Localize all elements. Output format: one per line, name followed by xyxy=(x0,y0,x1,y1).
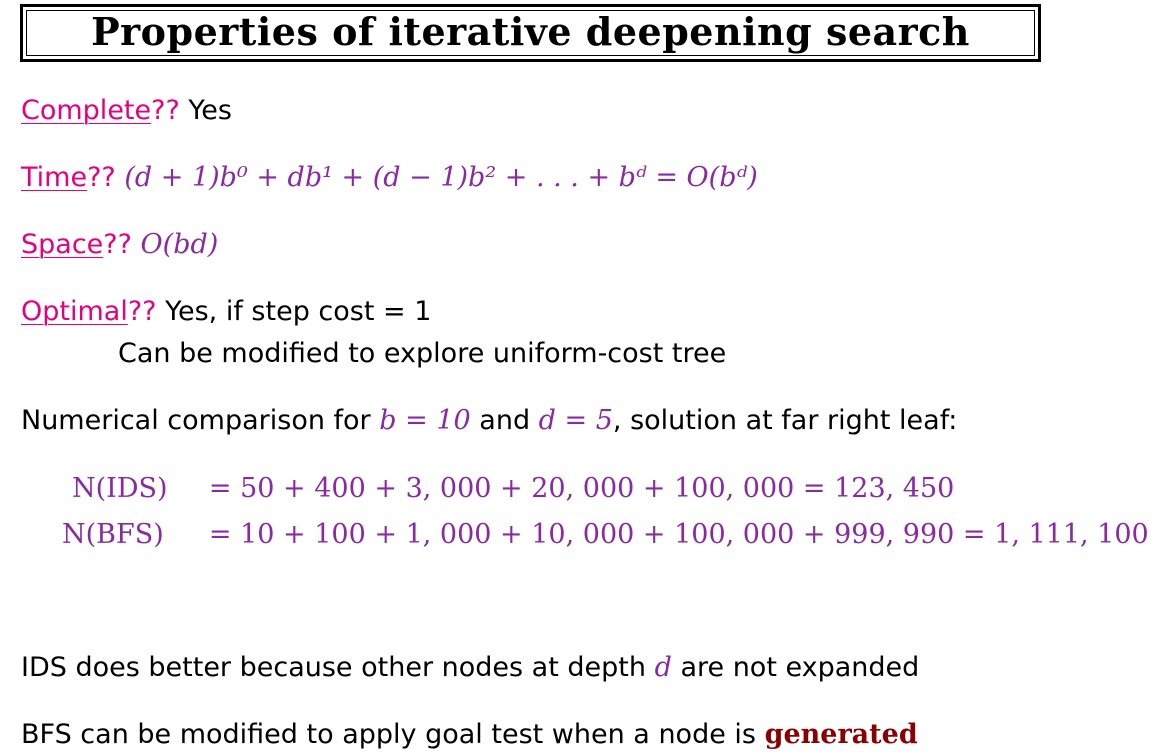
bfs-mod-text: BFS can be modified to apply goal test w… xyxy=(21,719,756,750)
complete-label: Complete xyxy=(21,95,152,126)
ids-better-after: are not expanded xyxy=(680,652,920,683)
ids-better-before: IDS does better because other nodes at d… xyxy=(21,652,646,683)
time-label: Time xyxy=(21,162,88,193)
time-line: Time?? (d + 1)b⁰ + db¹ + (d − 1)b² + . .… xyxy=(21,161,758,195)
ids-equation: N(IDS) = 50 + 400 + 3, 000 + 20, 000 + 1… xyxy=(72,471,954,506)
comparison-d: d = 5 xyxy=(538,405,613,436)
optimal-note: Can be modified to explore uniform-cost … xyxy=(118,338,727,369)
generated-emphasis: generated xyxy=(764,719,918,750)
time-q: ?? xyxy=(87,162,116,193)
optimal-label: Optimal xyxy=(21,296,128,327)
complete-q: ?? xyxy=(151,95,180,126)
space-q: ?? xyxy=(103,229,132,260)
complete-answer: Yes xyxy=(188,95,232,126)
optimal-q: ?? xyxy=(127,296,157,327)
bfs-equation: N(BFS) = 10 + 100 + 1, 000 + 10, 000 + 1… xyxy=(62,517,1149,552)
comparison-line: Numerical comparison for b = 10 and d = … xyxy=(21,404,957,438)
time-formula: (d + 1)b⁰ + db¹ + (d − 1)b² + . . . + bᵈ… xyxy=(124,162,758,193)
bfs-rhs: = 10 + 100 + 1, 000 + 10, 000 + 100, 000… xyxy=(208,519,1149,550)
slide-title: Properties of iterative deepening search xyxy=(91,9,970,54)
complete-line: Complete?? Yes xyxy=(21,94,232,128)
title-box: Properties of iterative deepening search xyxy=(20,4,1041,62)
optimal-line: Optimal?? Yes, if step cost = 1 xyxy=(21,295,431,329)
comparison-b: b = 10 xyxy=(379,405,471,436)
space-line: Space?? O(bd) xyxy=(21,228,218,262)
ids-lhs: N(IDS) xyxy=(72,473,168,504)
comparison-suffix: , solution at far right leaf: xyxy=(612,405,958,436)
bfs-lhs: N(BFS) xyxy=(62,519,164,550)
space-label: Space xyxy=(21,229,104,260)
comparison-and: and xyxy=(479,405,531,436)
space-formula: O(bd) xyxy=(140,229,219,260)
ids-better-line: IDS does better because other nodes at d… xyxy=(21,651,919,685)
comparison-prefix: Numerical comparison for xyxy=(21,405,371,436)
optimal-answer: Yes, if step cost = 1 xyxy=(165,296,432,327)
ids-rhs: = 50 + 400 + 3, 000 + 20, 000 + 100, 000… xyxy=(208,473,955,504)
ids-better-var: d xyxy=(654,652,672,683)
bfs-mod-line: BFS can be modified to apply goal test w… xyxy=(21,718,918,752)
